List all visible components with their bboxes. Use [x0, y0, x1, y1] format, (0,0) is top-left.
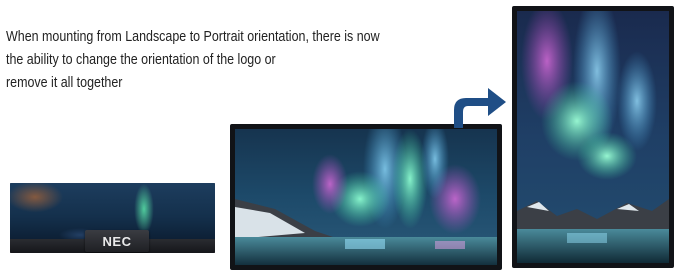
description-line-3: remove it all together	[6, 75, 123, 91]
portrait-display	[512, 6, 674, 268]
logo-closeup-image: NEC	[10, 183, 215, 253]
portrait-aurora-image	[517, 11, 669, 263]
description-line-1: When mounting from Landscape to Portrait…	[6, 29, 380, 45]
logo-plate: NEC	[85, 230, 149, 252]
landscape-aurora-image	[235, 129, 497, 265]
portrait-screen	[517, 11, 669, 263]
landscape-screen	[235, 129, 497, 265]
landscape-display	[230, 124, 502, 270]
description-line-2: the ability to change the orientation of…	[6, 52, 276, 68]
curved-rotation-arrow-icon	[454, 88, 506, 128]
description-text: When mounting from Landscape to Portrait…	[6, 26, 453, 95]
nec-logo: NEC	[102, 233, 132, 249]
